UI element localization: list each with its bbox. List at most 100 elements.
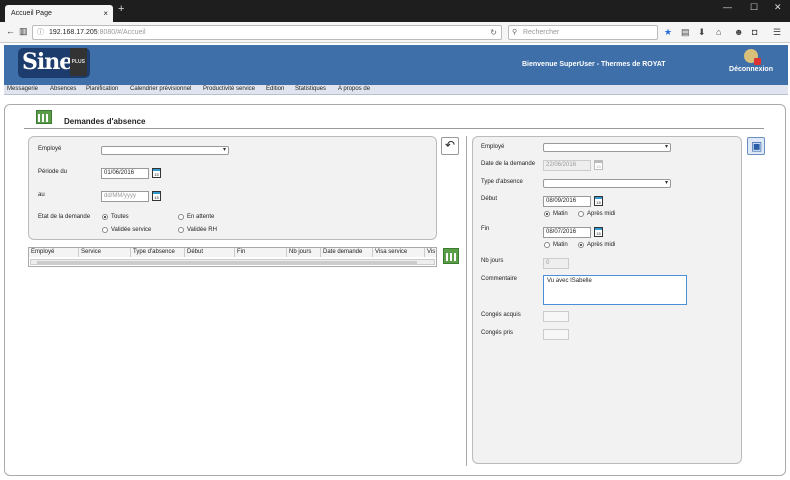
radio-validee-service[interactable]	[102, 227, 108, 233]
filter-panel	[28, 136, 437, 240]
filter-employe-select[interactable]	[101, 146, 229, 155]
col-header-visa-rh[interactable]: Vis	[425, 248, 436, 257]
calendar-icon[interactable]: 15	[594, 196, 603, 206]
sinex-logo[interactable]: Sinex PLUS	[18, 48, 90, 78]
pocket-icon[interactable]: ◘	[752, 27, 757, 37]
url-path: :8080/#/Accueil	[97, 29, 146, 36]
form-type-label: Type d'absence	[481, 179, 523, 185]
browser-tab-bar: Accueil Page × + — ☐ ✕	[0, 0, 790, 22]
home-page-icon[interactable]: ▥	[19, 26, 28, 37]
radio-toutes[interactable]	[102, 214, 108, 220]
menu-item-statistiques[interactable]: Statistiques	[295, 86, 326, 92]
form-date-demande-label: Date de la demande	[481, 161, 536, 167]
table-scrollbar[interactable]	[30, 259, 435, 265]
col-header-employe[interactable]: Employé	[29, 248, 79, 257]
menu-item-a-propos[interactable]: A propos de	[338, 86, 370, 92]
menu-item-absences[interactable]: Absences	[50, 86, 76, 92]
commentaire-textarea[interactable]: Vu avec ISabelle	[543, 275, 687, 305]
fin-input[interactable]: 08/07/2016	[543, 227, 591, 238]
filter-periode-label: Période du	[38, 169, 68, 175]
form-employe-select[interactable]	[543, 143, 671, 152]
date-demande-input: 22/06/2016	[543, 160, 591, 171]
col-header-visa-service[interactable]: Visa service	[373, 248, 425, 257]
periode-from-input[interactable]: 01/06/2016	[101, 168, 149, 179]
download-icon[interactable]: ⬇	[698, 27, 706, 38]
menu-item-messagerie[interactable]: Messagerie	[7, 86, 38, 92]
calendar-icon[interactable]: 15	[152, 168, 161, 178]
minimize-icon[interactable]: —	[723, 2, 732, 12]
radio-fin-apres-midi[interactable]	[578, 242, 584, 248]
title-divider	[24, 128, 764, 129]
radio-fin-matin-label: Matin	[553, 242, 568, 248]
absence-grid-icon	[36, 110, 52, 124]
col-header-debut[interactable]: Début	[185, 248, 235, 257]
back-icon[interactable]: ←	[6, 26, 15, 36]
radio-en-attente[interactable]	[178, 214, 184, 220]
col-header-date-demande[interactable]: Date demande	[321, 248, 373, 257]
calendar-icon: 15	[594, 160, 603, 170]
menu-icon[interactable]: ☰	[773, 27, 781, 38]
logout-icon	[744, 49, 761, 65]
chat-icon[interactable]: ☻	[734, 27, 743, 37]
col-header-fin[interactable]: Fin	[235, 248, 287, 257]
radio-debut-apres-midi-label: Après midi	[587, 211, 616, 217]
address-bar[interactable]: ⓘ 192.168.17.205:8080/#/Accueil ↻	[32, 25, 502, 40]
reset-filter-button[interactable]: ↶	[441, 137, 459, 155]
form-employe-label: Employé	[481, 144, 505, 150]
info-icon[interactable]: ⓘ	[37, 26, 44, 39]
close-window-icon[interactable]: ✕	[774, 2, 782, 13]
home-icon[interactable]: ⌂	[716, 27, 721, 37]
tab-close-icon[interactable]: ×	[103, 5, 108, 22]
conges-pris-field	[543, 329, 569, 340]
reading-list-icon[interactable]: ▤	[681, 27, 690, 38]
save-icon: ▣	[751, 139, 763, 153]
logout-button[interactable]: Déconnexion	[722, 49, 780, 73]
calendar-icon[interactable]: 15	[152, 191, 161, 201]
filter-employe-label: Employé	[38, 146, 62, 152]
logo-sub: PLUS	[69, 48, 87, 76]
menu-item-productivite[interactable]: Productivité service	[203, 86, 255, 92]
new-tab-button[interactable]: +	[118, 3, 124, 15]
col-header-type[interactable]: Type d'absence	[131, 248, 185, 257]
maximize-icon[interactable]: ☐	[750, 2, 758, 13]
radio-validee-rh-label: Validée RH	[187, 227, 217, 233]
app-header: Sinex PLUS Bienvenue SuperUser - Thermes…	[4, 45, 788, 85]
logout-label: Déconnexion	[729, 66, 773, 73]
scrollbar-thumb[interactable]	[37, 261, 417, 264]
search-icon: ⚲	[512, 29, 518, 36]
form-debut-label: Début	[481, 196, 498, 202]
excel-export-icon[interactable]	[443, 248, 459, 264]
radio-validee-service-label: Validée service	[111, 227, 152, 233]
browser-nav-bar: ← ▥ ⓘ 192.168.17.205:8080/#/Accueil ↻ ⚲ …	[0, 22, 790, 43]
menu-item-edition[interactable]: Edition	[266, 86, 284, 92]
save-button[interactable]: ▣	[747, 137, 765, 155]
absence-table: Employé Service Type d'absence Début Fin…	[28, 247, 437, 267]
search-input[interactable]: ⚲ Rechercher	[508, 25, 658, 40]
type-absence-select[interactable]	[543, 179, 671, 188]
filter-etat-label: Etat de la demande	[38, 214, 91, 220]
menu-item-calendrier[interactable]: Calendrier prévisionnel	[130, 86, 191, 92]
form-nb-jours-label: Nb jours	[481, 258, 504, 264]
col-header-service[interactable]: Service	[79, 248, 131, 257]
bookmark-star-icon[interactable]: ★	[664, 27, 672, 38]
reload-icon[interactable]: ↻	[490, 26, 497, 39]
radio-fin-matin[interactable]	[544, 242, 550, 248]
form-fin-label: Fin	[481, 226, 490, 232]
menu-item-planification[interactable]: Planification	[86, 86, 118, 92]
form-conges-acquis-label: Congés acquis	[481, 312, 521, 318]
calendar-icon[interactable]: 15	[594, 227, 603, 237]
periode-to-input[interactable]: dd/MM/yyyy	[101, 191, 149, 202]
radio-debut-apres-midi[interactable]	[578, 211, 584, 217]
form-commentaire-label: Commentaire	[481, 276, 518, 282]
welcome-text: Bienvenue SuperUser - Thermes de ROYAT	[522, 61, 666, 68]
filter-au-label: au	[38, 192, 45, 198]
radio-fin-apres-midi-label: Après midi	[587, 242, 616, 248]
undo-icon: ↶	[445, 138, 456, 152]
debut-input[interactable]: 08/09/2016	[543, 196, 591, 207]
radio-debut-matin[interactable]	[544, 211, 550, 217]
radio-validee-rh[interactable]	[178, 227, 184, 233]
browser-tab[interactable]: Accueil Page ×	[5, 5, 113, 22]
col-header-nb-jours[interactable]: Nb jours	[287, 248, 321, 257]
conges-acquis-field	[543, 311, 569, 322]
search-placeholder: Rechercher	[523, 29, 560, 36]
